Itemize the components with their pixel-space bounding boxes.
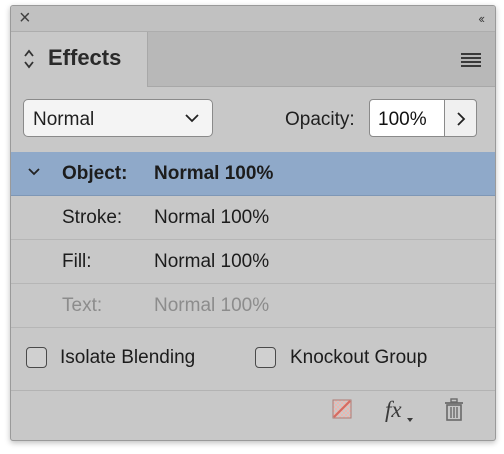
row-object[interactable]: Object: Normal 100% xyxy=(11,152,495,196)
knockout-group-checkbox[interactable] xyxy=(255,347,276,368)
knockout-group-label[interactable]: Knockout Group xyxy=(290,347,427,369)
blend-mode-value: Normal xyxy=(33,109,95,130)
row-text: Text: Normal 100% xyxy=(11,284,495,328)
chevron-down-icon xyxy=(185,114,199,123)
panel-menu-icon[interactable] xyxy=(461,53,481,67)
row-stroke[interactable]: Stroke: Normal 100% xyxy=(11,196,495,240)
row-label: Text: xyxy=(62,295,103,316)
opacity-input[interactable]: 100% xyxy=(369,99,445,137)
chevron-right-icon xyxy=(457,112,466,126)
isolate-blending-label[interactable]: Isolate Blending xyxy=(60,347,195,369)
row-label: Stroke: xyxy=(62,207,123,228)
tab-effects[interactable]: Effects xyxy=(11,32,148,87)
row-value: Normal 100% xyxy=(154,207,270,228)
tab-title: Effects xyxy=(48,45,122,70)
row-fill[interactable]: Fill: Normal 100% xyxy=(11,240,495,284)
row-value: Normal 100% xyxy=(154,251,270,272)
fx-icon[interactable]: fx xyxy=(383,396,417,424)
isolate-blending-checkbox[interactable] xyxy=(26,347,47,368)
panel-resize-arrows-icon[interactable] xyxy=(24,48,34,70)
opacity-label: Opacity: xyxy=(285,109,355,130)
blend-mode-select[interactable]: Normal xyxy=(23,99,213,137)
panel-titlebar: × ‹‹ xyxy=(11,6,495,32)
effects-panel: × ‹‹ Effects Normal Opacity: 100% Object… xyxy=(10,5,496,441)
row-value: Normal 100% xyxy=(154,295,270,316)
clear-effects-icon[interactable] xyxy=(331,398,353,420)
close-icon[interactable]: × xyxy=(19,8,31,28)
row-label: Object: xyxy=(62,163,128,184)
effects-target-list: Object: Normal 100% Stroke: Normal 100% … xyxy=(11,152,495,328)
row-value: Normal 100% xyxy=(154,163,274,184)
collapse-icon[interactable]: ‹‹ xyxy=(478,11,485,26)
tab-bar: Effects xyxy=(11,32,495,87)
blending-options: Isolate Blending Knockout Group xyxy=(11,326,495,391)
chevron-down-icon[interactable] xyxy=(27,166,41,178)
row-label: Fill: xyxy=(62,251,92,272)
svg-text:fx: fx xyxy=(385,397,402,422)
trash-icon[interactable] xyxy=(443,398,465,422)
opacity-value: 100% xyxy=(378,109,427,130)
opacity-popup-button[interactable] xyxy=(444,99,477,137)
